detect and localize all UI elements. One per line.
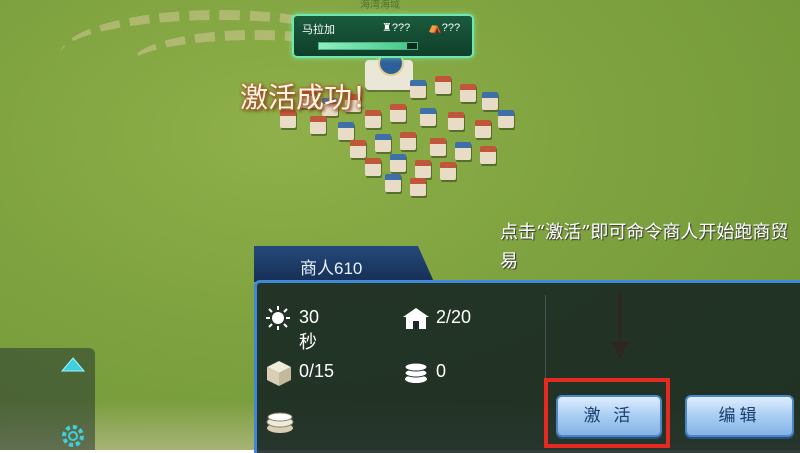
- collapse-up-icon[interactable]: [60, 356, 86, 374]
- city-progress-bar: [318, 42, 418, 50]
- highlight-box: [544, 378, 670, 448]
- tower-icon: ♜: [382, 22, 392, 34]
- region-label: 海湾海域: [360, 0, 400, 11]
- city-malaga[interactable]: [270, 50, 530, 196]
- tutorial-hint: 点击“激活”即可命令商人开始跑商贸易: [500, 222, 789, 272]
- warehouse-icon: [403, 308, 429, 329]
- city-info-panel[interactable]: 马拉加 ♜??? ⛺???: [292, 14, 474, 58]
- merchant-tab[interactable]: 商人610: [254, 246, 434, 282]
- sun-icon: [266, 306, 290, 330]
- edit-button[interactable]: 编辑: [685, 395, 794, 437]
- goods-stack-icon: [266, 412, 294, 433]
- side-toolbar: [0, 348, 95, 450]
- tent-icon: ⛺: [428, 22, 442, 34]
- city-defense: ♜???: [382, 22, 411, 34]
- coin-stack-icon: [404, 362, 428, 383]
- activation-success-text: 激活成功！: [240, 82, 381, 113]
- city-camp: ⛺???: [428, 22, 461, 34]
- cargo-box-icon: [267, 361, 291, 386]
- merchant-name: 商人610: [300, 259, 363, 278]
- city-name: 马拉加: [302, 24, 335, 36]
- gear-icon[interactable]: [60, 422, 86, 450]
